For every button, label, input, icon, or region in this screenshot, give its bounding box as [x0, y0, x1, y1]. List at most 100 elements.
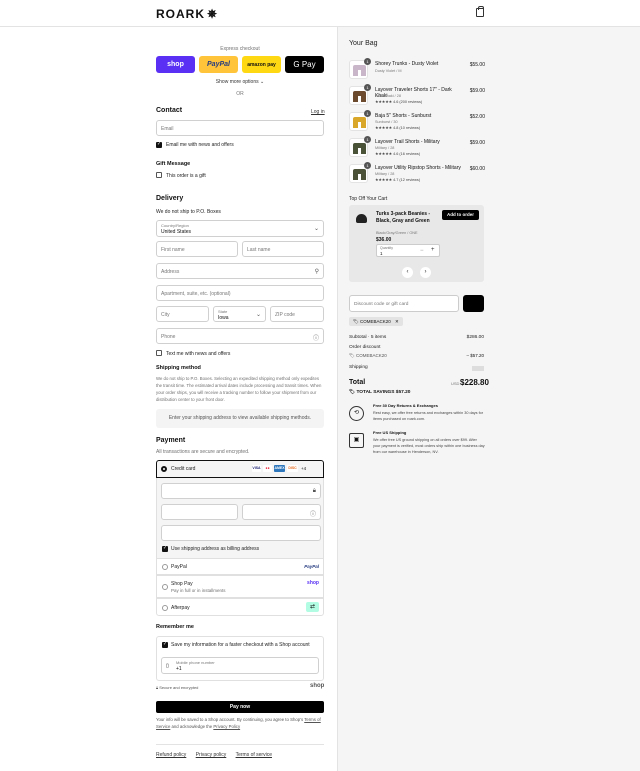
quantity-stepper[interactable]: Quantity 1 − +	[376, 244, 440, 257]
visa-icon: VISA	[252, 465, 261, 472]
terms-of-service-link[interactable]: Terms of service	[236, 752, 272, 758]
item-variant: Dark Khaki / 28	[375, 94, 401, 98]
upsell-variant: Black/Gray/Green / ONE	[376, 231, 418, 235]
shipping-value-placeholder	[472, 366, 484, 371]
refund-policy-link[interactable]: Refund policy	[156, 752, 186, 758]
shop-pay-option[interactable]: Shop Pay Pay in full or in installments …	[156, 575, 324, 598]
brand-logo[interactable]: ROARK ✵	[156, 7, 218, 21]
paypal-radio[interactable]	[162, 564, 168, 570]
item-name: Layover Trail Shorts - Military	[375, 139, 440, 145]
first-name-field[interactable]: First name	[156, 241, 238, 257]
expiration-field[interactable]	[161, 504, 238, 520]
quantity-badge: 1	[364, 162, 371, 169]
item-name: Shorey Trunks - Dusty Violet	[375, 61, 439, 67]
shop-pay-radio[interactable]	[162, 584, 168, 590]
city-field[interactable]: City	[156, 306, 209, 322]
item-price: $59.00	[469, 88, 485, 94]
phone-icon: ▯	[166, 663, 169, 669]
news-checkbox[interactable]	[156, 141, 162, 148]
card-fields-panel: 🔒︎ ⓘ Use shipping address as billing add…	[156, 478, 324, 558]
gift-label: This order is a gift	[166, 173, 206, 179]
tag-icon: 🏷︎	[349, 353, 356, 358]
credit-card-option[interactable]: Credit card VISA ●● AMEX DISC +4	[156, 460, 324, 478]
zip-field[interactable]: ZIP code	[270, 306, 324, 322]
privacy-policy-link[interactable]: Privacy policy	[196, 752, 227, 758]
text-news-checkbox[interactable]	[156, 350, 162, 356]
shopping-bag-icon[interactable]	[476, 6, 484, 17]
address-field[interactable]: Address ⚲	[156, 263, 324, 279]
shorts-icon	[353, 117, 366, 128]
credit-card-radio[interactable]	[161, 466, 167, 472]
credit-card-label: Credit card	[171, 466, 196, 472]
total-value: $228.80	[460, 378, 489, 387]
shipping-box-icon: ▣	[349, 433, 364, 448]
item-variant: Military / 28	[375, 172, 395, 176]
order-discount-row: Order discount	[349, 345, 381, 350]
help-icon[interactable]: ⓘ	[313, 333, 319, 342]
shorts-icon	[353, 65, 366, 76]
help-icon[interactable]: ⓘ	[310, 509, 316, 518]
item-rating: ★★★★★ 4.7 (12 reviews)	[375, 178, 421, 182]
email-field[interactable]: Email	[156, 120, 324, 136]
po-box-note: We do not ship to P.O. Boxes	[156, 209, 221, 215]
express-checkout-title: Express checkout	[220, 46, 260, 52]
remove-coupon-icon[interactable]: ✕	[395, 319, 399, 324]
tag-icon: 🏷︎	[353, 319, 360, 324]
gift-checkbox[interactable]	[156, 172, 162, 178]
phone-field[interactable]: Phone ⓘ	[156, 328, 324, 344]
card-brand-logos: VISA ●● AMEX DISC +4	[250, 465, 306, 472]
paypal-button[interactable]: PayPal	[199, 56, 238, 73]
item-variant: Dusty Violet / M	[375, 69, 402, 73]
next-arrow-icon[interactable]: ›	[420, 267, 431, 278]
card-number-field[interactable]: 🔒︎	[161, 483, 321, 499]
quantity-badge: 1	[364, 84, 371, 91]
shop-pay-button[interactable]: shop	[156, 56, 195, 73]
amazon-pay-button[interactable]: amazon pay	[242, 56, 281, 73]
bag-title: Your Bag	[349, 40, 378, 47]
billing-address-checkbox[interactable]	[162, 545, 168, 552]
previous-arrow-icon[interactable]: ‹	[402, 267, 413, 278]
shipping-method-title: Shipping method	[156, 365, 201, 371]
save-info-checkbox[interactable]	[162, 641, 168, 648]
beanie-image	[354, 211, 369, 226]
total-savings: 🏷︎ TOTAL SAVINGS $57.20	[349, 390, 411, 395]
paypal-option[interactable]: PayPal PayPal	[156, 558, 324, 575]
google-pay-button[interactable]: G Pay	[285, 56, 324, 73]
show-more-options-link[interactable]: Show more options ⌄	[156, 79, 324, 85]
shorts-icon	[353, 91, 366, 102]
item-variant: Sunburst / 30	[375, 120, 398, 124]
afterpay-radio[interactable]	[162, 605, 168, 611]
add-to-order-button[interactable]: Add to order	[442, 210, 479, 220]
chevron-down-icon: ⌄	[313, 226, 319, 232]
country-select[interactable]: Country/Region United States ⌄	[156, 220, 324, 237]
chevron-down-icon: ⌄	[255, 312, 261, 318]
shipping-method-text: We do not ship to P.O. Boxes. Selecting …	[156, 376, 322, 402]
shorts-icon	[353, 143, 366, 154]
state-select[interactable]: State Iowa ⌄	[213, 306, 266, 322]
more-cards-count: +4	[301, 465, 307, 471]
payment-title: Payment	[156, 437, 186, 444]
decrease-quantity-button[interactable]: −	[420, 248, 424, 254]
item-price: $52.00	[469, 114, 485, 120]
privacy-link[interactable]: Privacy Policy	[213, 724, 240, 729]
discount-code-input[interactable]: Discount code or gift card	[349, 295, 459, 312]
afterpay-option[interactable]: Afterpay ⇄	[156, 598, 324, 616]
name-on-card-field[interactable]	[161, 525, 321, 541]
security-code-field[interactable]: ⓘ	[242, 504, 321, 520]
afterpay-logo-icon: ⇄	[306, 602, 319, 612]
amex-icon: AMEX	[274, 465, 285, 472]
apartment-field[interactable]: Apartment, suite, etc. (optional)	[156, 285, 324, 301]
login-link[interactable]: Log in	[311, 109, 325, 115]
increase-quantity-button[interactable]: +	[431, 247, 435, 253]
apply-discount-button[interactable]	[463, 295, 484, 312]
pay-now-button[interactable]: Pay now	[156, 701, 324, 713]
shipping-perk: ▣ Free US Shipping We offer free US grou…	[349, 430, 485, 458]
item-variant: Military / 28	[375, 146, 395, 150]
mobile-phone-field[interactable]: ▯ Mobile phone number +1	[161, 657, 319, 674]
applied-coupon-chip: 🏷︎ COMEBACK20 ✕	[349, 317, 403, 326]
lock-icon: 🔒︎	[312, 488, 316, 494]
last-name-field[interactable]: Last name	[242, 241, 324, 257]
total-label: Total	[349, 379, 366, 386]
cart-item: 1 Layover Traveler Shorts 17" - Dark Kha…	[349, 84, 485, 106]
total-currency: USD	[451, 381, 460, 386]
